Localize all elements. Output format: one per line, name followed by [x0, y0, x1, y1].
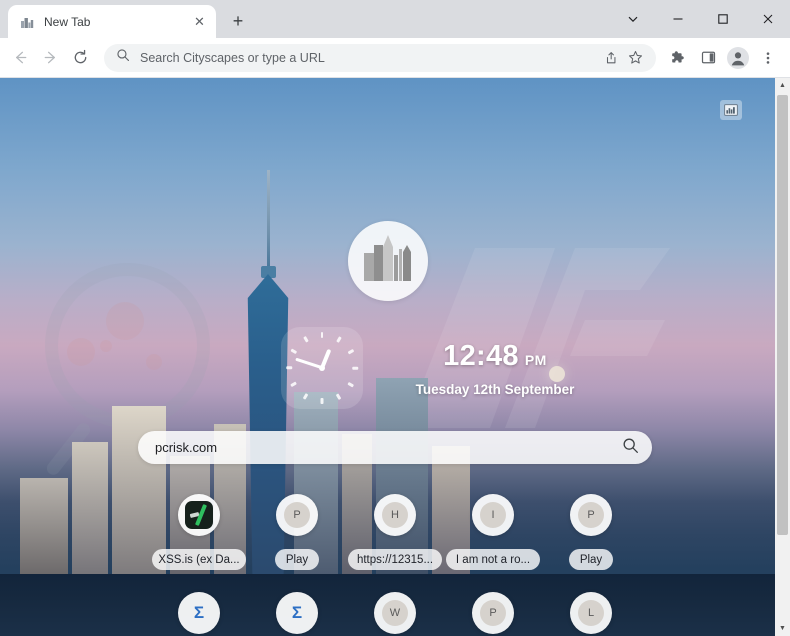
shortcut-tile[interactable]: Σ VirusTotal - Fi... — [150, 592, 248, 636]
share-icon[interactable] — [600, 47, 622, 69]
clock-ampm: PM — [524, 352, 547, 368]
shortcut-icon: H — [374, 494, 416, 536]
new-tab-button[interactable]: + — [224, 7, 252, 35]
shortcut-tile[interactable]: XSS.is (ex Da... — [150, 494, 248, 570]
shortcut-tile[interactable]: Σ VirusTotal - Fi... — [248, 592, 346, 636]
letter-avatar-icon: P — [480, 600, 506, 626]
shortcut-icon: Σ — [178, 592, 220, 634]
shortcut-icon: P — [570, 494, 612, 536]
shortcut-tile[interactable]: W Website Susp... — [346, 592, 444, 636]
scroll-down-arrow-icon[interactable]: ▼ — [775, 621, 790, 636]
shortcut-tile[interactable]: I I am not a ro... — [444, 494, 542, 570]
scrollbar-thumb[interactable] — [777, 95, 788, 535]
shortcut-label: https://12315... — [348, 549, 442, 570]
browser-toolbar: Search Cityscapes or type a URL — [0, 38, 790, 78]
forward-arrow-icon[interactable] — [36, 44, 64, 72]
letter-avatar-icon: I — [480, 502, 506, 528]
scroll-up-arrow-icon[interactable]: ▲ — [775, 78, 790, 93]
browser-window: New Tab ✕ + Search Cityscapes or type a … — [0, 0, 790, 636]
shortcut-tile[interactable]: H https://12315... — [346, 494, 444, 570]
shortcut-tile[interactable]: P Play — [542, 494, 640, 570]
close-icon[interactable]: ✕ — [191, 13, 208, 30]
profile-avatar-icon[interactable] — [724, 44, 752, 72]
maximize-icon[interactable] — [700, 0, 745, 38]
new-tab-page: 12:48 PM Tuesday 12th September pcrisk.co… — [0, 78, 790, 636]
minimize-icon[interactable] — [655, 0, 700, 38]
clock-time-row: 12:48 PM — [380, 340, 610, 373]
three-dot-menu-icon[interactable] — [754, 44, 782, 72]
letter-avatar-icon: L — [578, 600, 604, 626]
tower-spire — [261, 170, 276, 278]
city-skyline-favicon — [19, 14, 35, 30]
tab-new-tab[interactable]: New Tab ✕ — [8, 5, 216, 38]
address-bar[interactable]: Search Cityscapes or type a URL — [104, 43, 656, 72]
clock-time: 12:48 — [443, 340, 519, 372]
shortcut-label: XSS.is (ex Da... — [152, 549, 246, 570]
letter-avatar-icon: P — [578, 502, 604, 528]
letter-avatar-icon: H — [382, 502, 408, 528]
analog-clock-widget — [281, 327, 363, 409]
reload-icon[interactable] — [66, 44, 94, 72]
letter-avatar-icon: W — [382, 600, 408, 626]
side-panel-icon[interactable] — [694, 44, 722, 72]
close-icon[interactable] — [745, 0, 790, 38]
clock-center-pin — [319, 365, 325, 371]
xss-logo-icon — [185, 501, 213, 529]
tab-search-chevron-down-icon[interactable] — [610, 0, 655, 38]
shortcut-icon: L — [570, 592, 612, 634]
shortcut-icon: I — [472, 494, 514, 536]
tab-title: New Tab — [44, 14, 91, 29]
address-bar-placeholder: Search Cityscapes or type a URL — [140, 50, 325, 65]
virustotal-sigma-icon: Σ — [193, 603, 205, 622]
shortcut-icon: W — [374, 592, 416, 634]
search-icon — [116, 48, 130, 67]
vertical-scrollbar[interactable]: ▲ ▼ — [775, 78, 790, 636]
city-skyline-logo — [348, 221, 428, 301]
star-icon[interactable] — [624, 47, 646, 69]
letter-avatar-icon: P — [284, 502, 310, 528]
search-input[interactable]: pcrisk.com — [155, 440, 622, 455]
shortcut-icon: Σ — [276, 592, 318, 634]
address-bar-actions — [600, 47, 646, 69]
shortcut-tile[interactable]: L Loading — [542, 592, 640, 636]
wallpaper-image-icon[interactable] — [720, 100, 742, 120]
scrollbar-track[interactable] — [775, 93, 790, 621]
shortcut-icon: P — [472, 592, 514, 634]
shortcut-tile[interactable]: P Play — [444, 592, 542, 636]
back-arrow-icon[interactable] — [6, 44, 34, 72]
virustotal-sigma-icon: Σ — [291, 603, 303, 622]
clock-date: Tuesday 12th September — [415, 382, 575, 397]
shortcut-label: Play — [274, 549, 320, 570]
search-icon[interactable] — [622, 437, 639, 459]
shortcut-label: I am not a ro... — [446, 549, 540, 570]
tab-strip: New Tab ✕ + — [0, 0, 790, 38]
shortcut-icon: P — [276, 494, 318, 536]
window-controls — [610, 0, 790, 38]
page-search-box[interactable]: pcrisk.com — [138, 431, 652, 464]
shortcut-label: Play — [568, 549, 614, 570]
shortcut-icon — [178, 494, 220, 536]
puzzle-piece-icon[interactable] — [664, 44, 692, 72]
shortcut-tiles: XSS.is (ex Da... P Play H https://12315.… — [150, 494, 640, 636]
digital-clock: 12:48 PM Tuesday 12th September — [380, 340, 610, 397]
shortcut-tile[interactable]: P Play — [248, 494, 346, 570]
